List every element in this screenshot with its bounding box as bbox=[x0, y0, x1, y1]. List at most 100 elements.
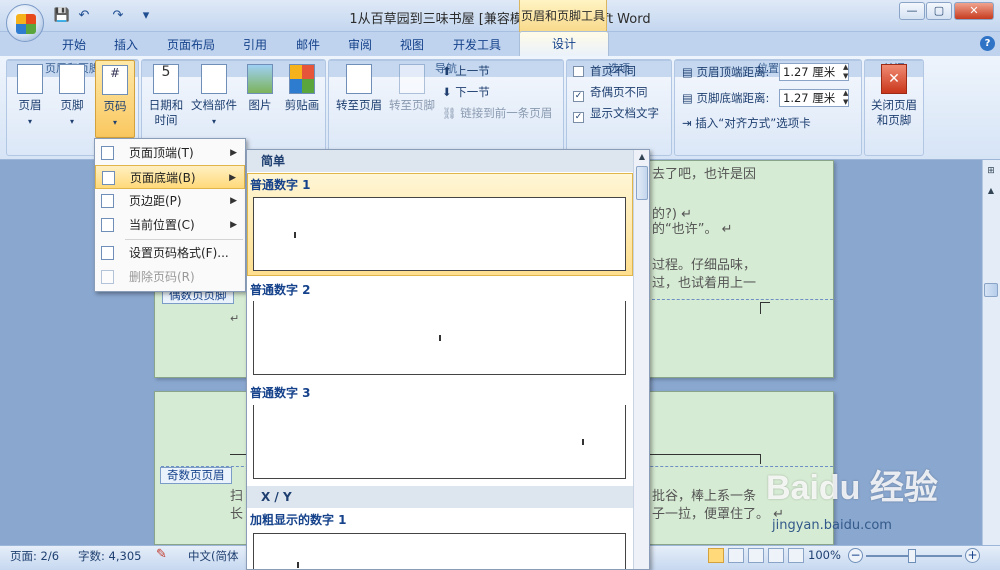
menu-item-remove-page-numbers[interactable]: 删除页码(R) bbox=[95, 265, 245, 289]
doc-text: 的“也许”。 ↵ bbox=[652, 222, 733, 237]
gallery-item-label: 普通数字 3 bbox=[250, 386, 311, 400]
minimize-button[interactable]: — bbox=[899, 2, 925, 20]
tab-references[interactable]: 引用 bbox=[233, 35, 277, 56]
paragraph-mark: ↵ bbox=[230, 312, 240, 325]
down-arrow-icon: ⬇ bbox=[442, 85, 456, 99]
menu-item-page-margins[interactable]: 页边距(P) ▶ bbox=[95, 189, 245, 213]
header-button[interactable]: 页眉 ▾ bbox=[10, 60, 50, 138]
maximize-button[interactable]: ▢ bbox=[926, 2, 952, 20]
scroll-up-icon[interactable]: ▲ bbox=[984, 186, 998, 200]
language-indicator[interactable]: 中文(简体 bbox=[188, 548, 239, 564]
ruler-toggle-icon[interactable]: ⊞ bbox=[984, 166, 998, 180]
page-number-label: 页码 bbox=[103, 99, 127, 113]
close-header-footer-button[interactable]: ✕ 关闭页眉 和页脚 bbox=[866, 60, 922, 138]
calendar-icon: 5 bbox=[153, 64, 179, 94]
checkbox-checked-icon: ✓ bbox=[573, 112, 584, 123]
tab-mailings[interactable]: 邮件 bbox=[286, 35, 330, 56]
gallery-scrollbar[interactable]: ▲ bbox=[633, 150, 649, 569]
prev-section-button[interactable]: ⬆ 上一节 bbox=[442, 62, 490, 80]
outline-view-icon[interactable] bbox=[768, 548, 784, 563]
show-doc-text-checkbox[interactable]: ✓ 显示文档文字 bbox=[573, 104, 659, 123]
clipart-label: 剪贴画 bbox=[284, 98, 320, 112]
link-previous-button[interactable]: ⛓ 链接到前一条页眉 bbox=[442, 104, 552, 122]
spinner-icon[interactable]: ▲ ▼ bbox=[843, 63, 848, 81]
print-layout-view-icon[interactable] bbox=[708, 548, 724, 563]
goto-footer-label: 转至页脚 bbox=[389, 98, 435, 112]
draft-view-icon[interactable] bbox=[788, 548, 804, 563]
gallery-preview bbox=[253, 197, 626, 271]
checkbox-checked-icon: ✓ bbox=[573, 91, 584, 102]
date-time-button[interactable]: 5 日期和 时间 bbox=[144, 60, 188, 138]
undo-icon[interactable]: ↶ bbox=[74, 7, 94, 25]
preview-page-number-mark bbox=[439, 335, 441, 341]
alignment-tab-icon: ⇥ bbox=[682, 116, 696, 130]
gallery-section-header: X / Y bbox=[247, 486, 633, 508]
footer-distance-icon: ▤ bbox=[682, 91, 697, 105]
submenu-arrow-icon: ▶ bbox=[229, 173, 236, 183]
goto-header-button[interactable]: 转至页眉 bbox=[332, 60, 386, 138]
watermark-brand: Baidu 经验 bbox=[766, 469, 938, 507]
page-top-icon bbox=[101, 146, 114, 160]
qat-customize-icon[interactable]: ▾ bbox=[136, 7, 156, 25]
close-window-button[interactable]: ✕ bbox=[954, 2, 994, 20]
header-distance-icon: ▤ bbox=[682, 65, 697, 79]
insert-alignment-tab-button[interactable]: ⇥ 插入“对齐方式”选项卡 bbox=[682, 114, 811, 132]
scroll-up-icon[interactable]: ▲ bbox=[636, 152, 648, 162]
footer-icon bbox=[59, 64, 85, 94]
tab-view[interactable]: 视图 bbox=[390, 35, 434, 56]
office-button[interactable] bbox=[6, 4, 44, 42]
zoom-out-icon[interactable]: − bbox=[848, 548, 863, 563]
goto-header-label: 转至页眉 bbox=[336, 98, 382, 112]
tab-design[interactable]: 设计 bbox=[519, 31, 609, 57]
footer-button[interactable]: 页脚 ▾ bbox=[52, 60, 92, 138]
page-number-menu: 页面顶端(T) ▶ 页面底端(B) ▶ 页边距(P) ▶ 当前位置(C) ▶ 设置页码格… bbox=[94, 138, 246, 292]
gallery-scroll-thumb[interactable] bbox=[636, 166, 648, 200]
up-arrow-icon: ⬆ bbox=[442, 64, 456, 78]
scroll-thumb[interactable] bbox=[984, 283, 998, 297]
header-distance-label: ▤ 页眉顶端距离: bbox=[682, 65, 770, 79]
submenu-arrow-icon: ▶ bbox=[230, 220, 237, 230]
footer-distance-input[interactable]: 1.27 厘米 bbox=[779, 89, 849, 107]
tab-developer[interactable]: 开发工具 bbox=[444, 35, 510, 56]
tab-home[interactable]: 开始 bbox=[52, 35, 96, 56]
goto-footer-icon bbox=[399, 64, 425, 94]
page-number-button[interactable]: # 页码 ▾ bbox=[95, 60, 135, 138]
web-layout-icon[interactable] bbox=[748, 548, 764, 563]
doc-parts-button[interactable]: 文档部件 ▾ bbox=[188, 60, 240, 138]
tab-insert[interactable]: 插入 bbox=[104, 35, 148, 56]
spinner-icon[interactable]: ▲ ▼ bbox=[843, 89, 848, 107]
redo-icon[interactable]: ↷ bbox=[108, 7, 128, 25]
chevron-down-icon: ▾ bbox=[112, 118, 117, 127]
close-x-icon: ✕ bbox=[881, 64, 907, 94]
zoom-slider-thumb[interactable] bbox=[908, 549, 916, 563]
goto-footer-button[interactable]: 转至页脚 bbox=[386, 60, 438, 138]
menu-item-format-page-numbers[interactable]: 设置页码格式(F)... bbox=[95, 241, 245, 265]
preview-page-number-mark bbox=[294, 232, 296, 238]
doc-text: 批谷，棒上系一条 bbox=[652, 489, 757, 504]
word-count[interactable]: 字数: 4,305 bbox=[78, 548, 141, 564]
menu-item-bottom-of-page[interactable]: 页面底端(B) ▶ bbox=[95, 165, 245, 189]
tab-review[interactable]: 审阅 bbox=[338, 35, 382, 56]
gallery-item-label: 普通数字 2 bbox=[250, 283, 311, 297]
header-distance-input[interactable]: 1.27 厘米 bbox=[779, 63, 849, 81]
gallery-item-label: 加粗显示的数字 1 bbox=[250, 513, 347, 527]
next-section-button[interactable]: ⬇ 下一节 bbox=[442, 83, 490, 101]
full-screen-reading-icon[interactable] bbox=[728, 548, 744, 563]
page-bottom-icon bbox=[102, 171, 115, 185]
footer-label: 页脚 bbox=[60, 98, 84, 112]
help-icon[interactable]: ? bbox=[980, 36, 995, 51]
save-icon[interactable]: 💾 bbox=[52, 7, 72, 25]
tab-page-layout[interactable]: 页面布局 bbox=[158, 35, 224, 56]
zoom-in-icon[interactable]: + bbox=[965, 548, 980, 563]
clipart-button[interactable]: 剪贴画 bbox=[280, 60, 324, 138]
picture-button[interactable]: 图片 bbox=[240, 60, 280, 138]
gallery-preview bbox=[253, 533, 626, 569]
odd-even-different-checkbox[interactable]: ✓ 奇偶页不同 bbox=[573, 83, 648, 102]
zoom-level[interactable]: 100% bbox=[808, 548, 841, 562]
menu-item-current-position[interactable]: 当前位置(C) ▶ bbox=[95, 213, 245, 237]
chevron-down-icon: ▾ bbox=[69, 117, 74, 126]
page-count[interactable]: 页面: 2/6 bbox=[10, 548, 59, 564]
spelling-check-icon[interactable]: ✎ bbox=[156, 547, 167, 562]
menu-item-top-of-page[interactable]: 页面顶端(T) ▶ bbox=[95, 141, 245, 165]
first-page-different-checkbox[interactable]: 首页不同 bbox=[573, 62, 636, 80]
